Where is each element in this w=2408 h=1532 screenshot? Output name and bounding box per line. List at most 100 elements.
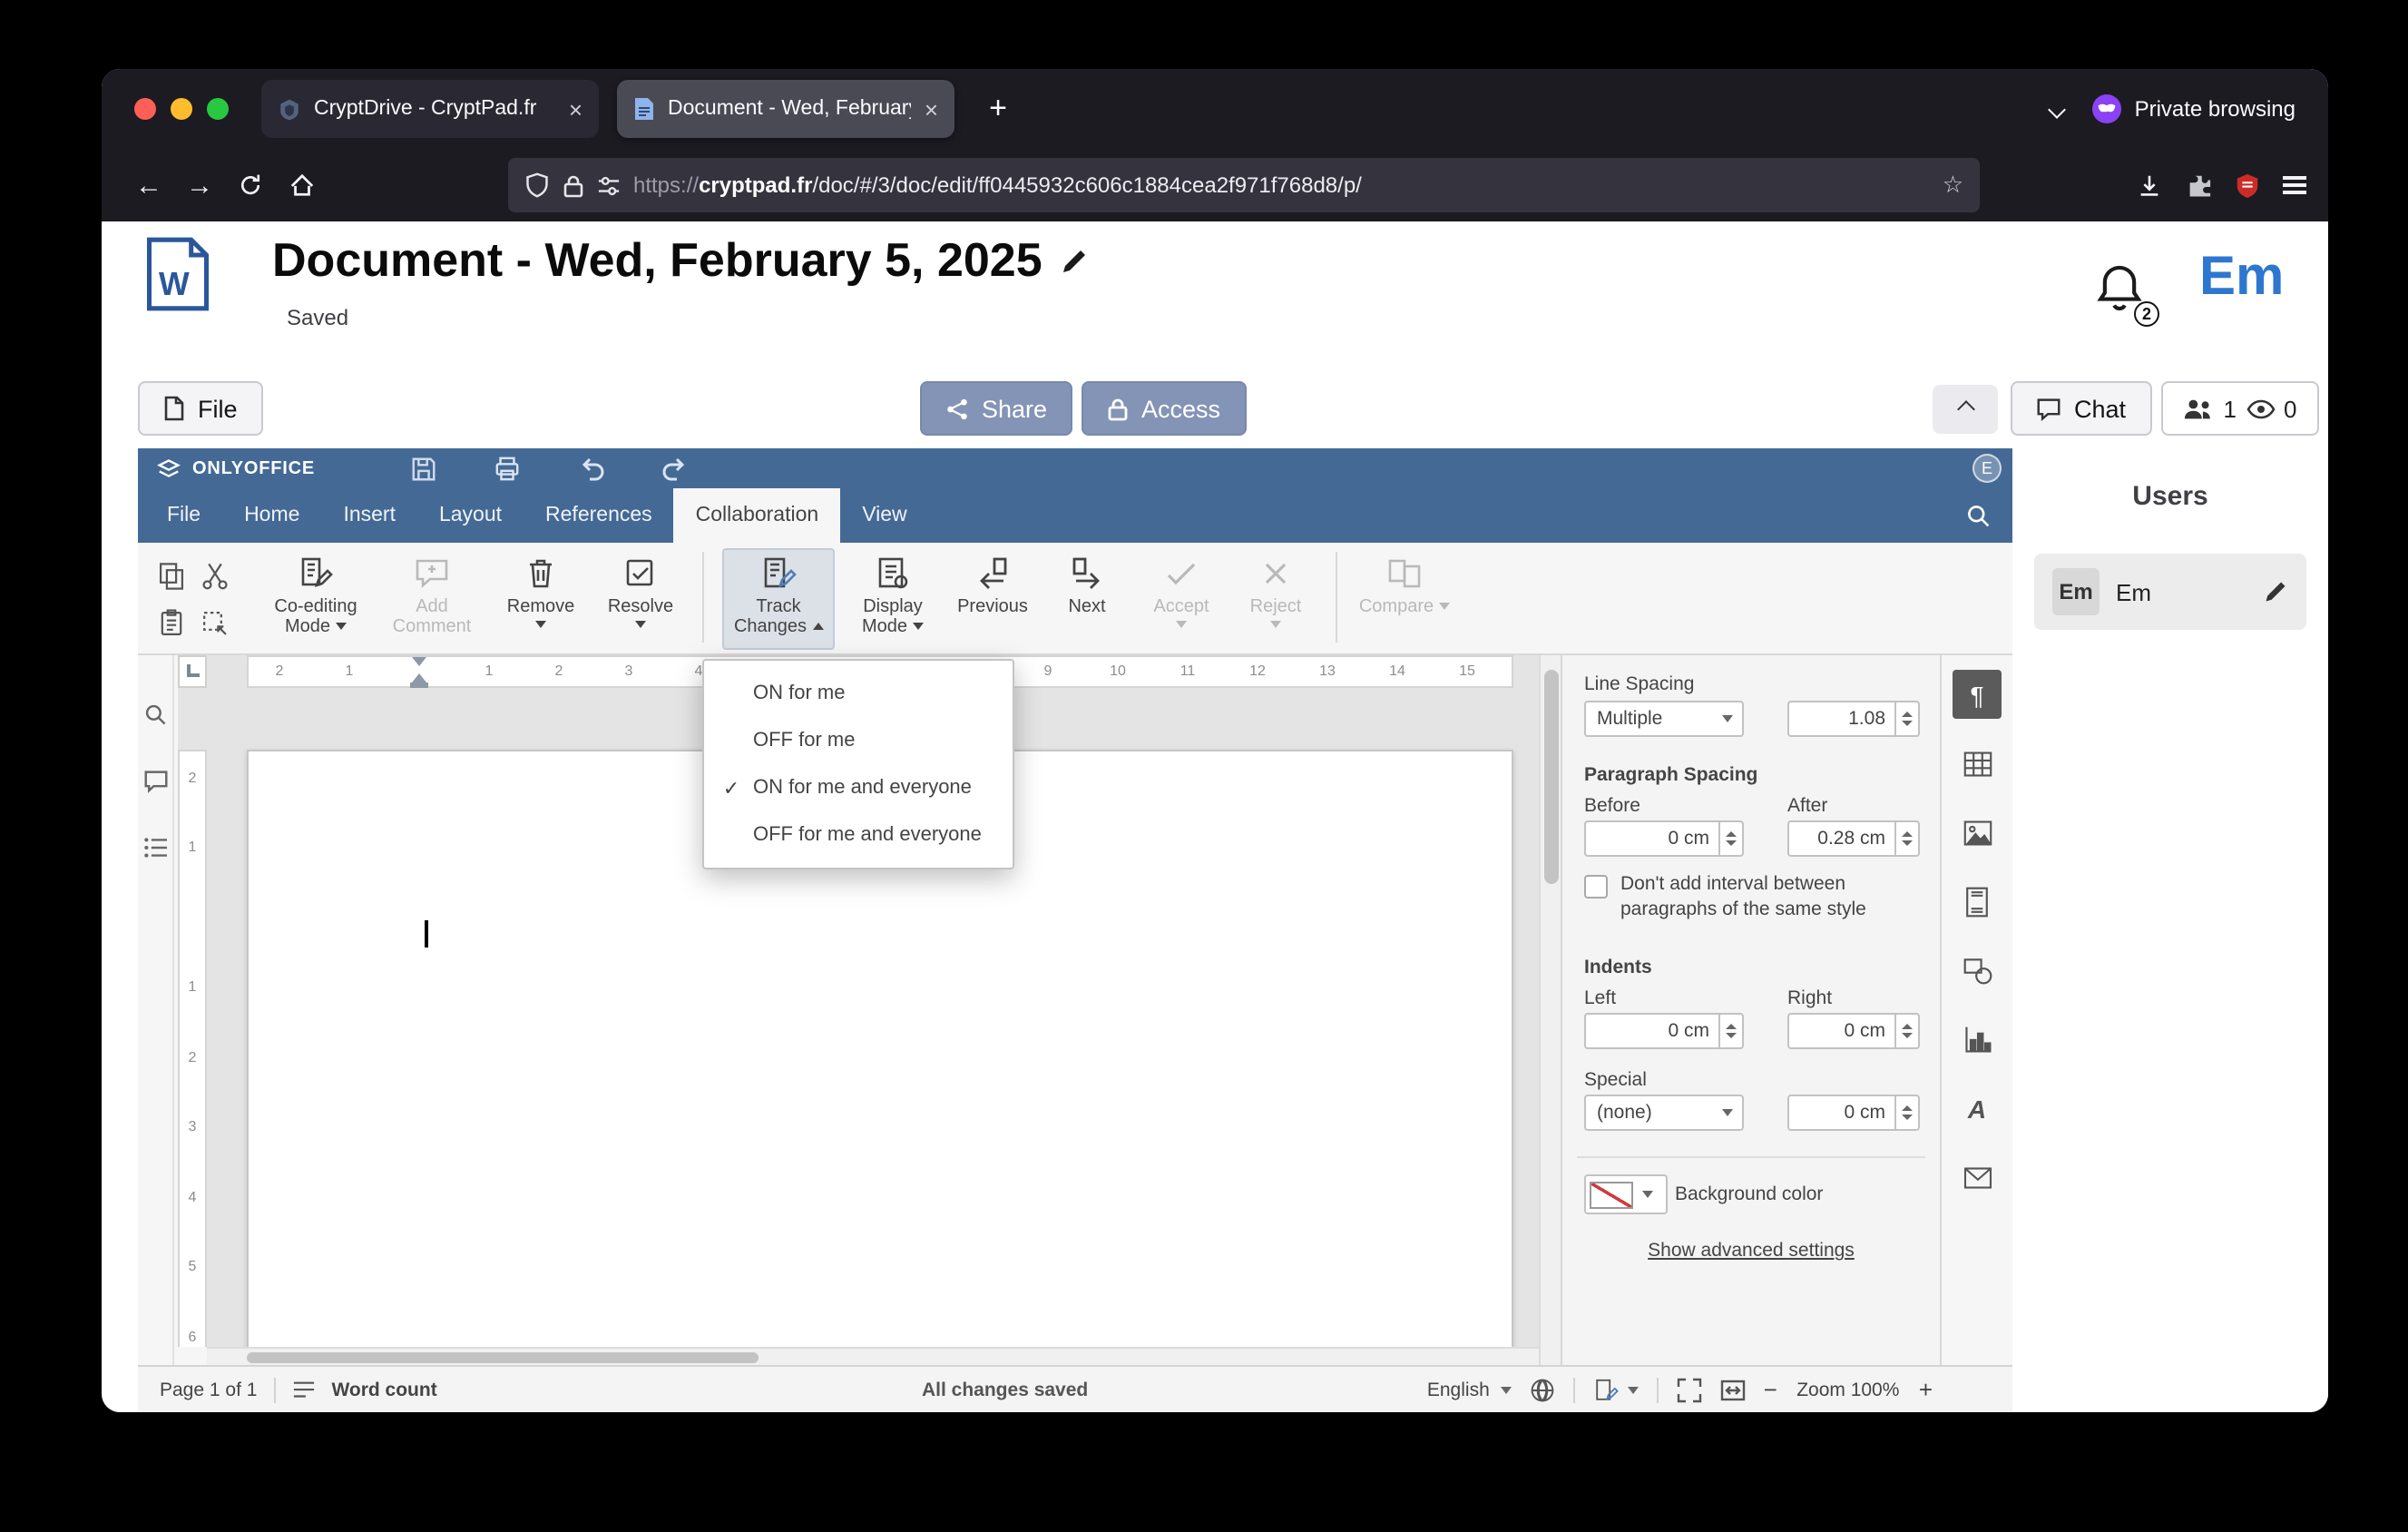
save-button[interactable] [410, 456, 437, 483]
spinner[interactable] [1718, 1015, 1742, 1047]
collapse-toolbar-button[interactable] [1933, 385, 1998, 434]
chart-settings-button[interactable] [1953, 1015, 2002, 1064]
menu-tab-file[interactable]: File [145, 488, 222, 543]
navigation-panel-button[interactable] [142, 837, 168, 859]
select-all-button[interactable] [192, 599, 236, 646]
paste-button[interactable] [149, 599, 192, 646]
spacing-after-input[interactable]: 0.28 cm [1787, 820, 1920, 857]
word-count-button[interactable]: Word count [331, 1379, 436, 1400]
notifications-bell-button[interactable]: 2 [2094, 261, 2159, 327]
spinner[interactable] [1718, 822, 1742, 855]
add-comment-button[interactable]: Add Comment [379, 548, 485, 650]
vertical-scrollbar[interactable] [1539, 655, 1561, 1365]
header-footer-settings-button[interactable] [1953, 877, 2002, 926]
background-color-button[interactable] [1584, 1174, 1668, 1214]
coediting-mode-button[interactable]: Co-editing Mode [263, 548, 368, 650]
menu-tab-references[interactable]: References [524, 488, 674, 543]
close-window-button[interactable] [134, 98, 156, 120]
menu-item-off-for-me[interactable]: ✓OFF for me [704, 717, 1013, 764]
ublock-button[interactable] [2234, 172, 2261, 199]
menu-tab-collaboration[interactable]: Collaboration [673, 488, 841, 543]
indent-right-input[interactable]: 0 cm [1787, 1013, 1920, 1049]
tab-document[interactable]: Document - Wed, February 5, 20 × [617, 80, 954, 138]
show-advanced-settings-link[interactable]: Show advanced settings [1562, 1240, 1940, 1262]
zoom-in-button[interactable]: + [1919, 1376, 1933, 1403]
spellcheck-globe-button[interactable] [1530, 1377, 1555, 1402]
line-spacing-select[interactable]: Multiple [1584, 701, 1744, 737]
first-line-indent-marker[interactable] [412, 657, 426, 666]
special-amount-input[interactable]: 0 cm [1787, 1095, 1920, 1131]
reload-button[interactable] [225, 160, 276, 211]
menu-item-off-for-me-and-everyone[interactable]: ✓OFF for me and everyone [704, 811, 1013, 859]
track-changes-status-button[interactable] [1593, 1377, 1639, 1402]
participants-group[interactable]: 1 0 [2161, 381, 2319, 436]
menu-item-on-for-me-and-everyone[interactable]: ✓ ON for me and everyone [704, 764, 1013, 811]
reject-button[interactable]: Reject [1234, 548, 1317, 650]
menu-button[interactable] [2283, 172, 2306, 199]
scrollbar-thumb[interactable] [247, 1351, 759, 1362]
tab-stop-selector[interactable] [178, 655, 207, 688]
spinner[interactable] [1894, 822, 1918, 855]
comments-panel-button[interactable] [142, 770, 168, 793]
resolve-button[interactable]: Resolve [597, 548, 684, 650]
bookmark-star-icon[interactable]: ☆ [1943, 171, 1963, 200]
extensions-button[interactable] [2185, 172, 2212, 199]
compare-button[interactable]: Compare [1356, 548, 1454, 650]
menu-item-on-for-me[interactable]: ✓ON for me [704, 670, 1013, 717]
previous-change-button[interactable]: Previous [951, 548, 1034, 650]
undo-button[interactable] [577, 456, 606, 481]
menu-tab-insert[interactable]: Insert [321, 488, 417, 543]
zoom-window-button[interactable] [207, 98, 229, 120]
zoom-out-button[interactable]: − [1764, 1376, 1777, 1403]
menu-tab-view[interactable]: View [840, 488, 928, 543]
minimize-window-button[interactable] [171, 98, 192, 120]
indent-left-input[interactable]: 0 cm [1584, 1013, 1744, 1049]
access-button[interactable]: Access [1082, 381, 1247, 436]
shape-settings-button[interactable] [1953, 946, 2002, 995]
edit-title-pencil-icon[interactable] [1061, 246, 1090, 275]
lock-icon[interactable] [563, 173, 584, 197]
spinner[interactable] [1894, 702, 1918, 735]
tracking-shield-icon[interactable] [524, 172, 550, 198]
url-bar[interactable]: https://cryptpad.fr/doc/#/3/doc/edit/ff0… [508, 158, 1980, 212]
fit-width-button[interactable] [1720, 1379, 1746, 1400]
image-settings-button[interactable] [1953, 808, 2002, 857]
text-art-settings-button[interactable]: A [1953, 1084, 2002, 1133]
redo-button[interactable] [661, 456, 690, 481]
file-menu-button[interactable]: File [138, 381, 263, 436]
downloads-button[interactable] [2136, 172, 2163, 199]
special-select[interactable]: (none) [1584, 1095, 1744, 1131]
copy-button[interactable] [149, 552, 192, 599]
new-tab-button[interactable]: + [976, 91, 1020, 127]
find-button[interactable] [1965, 503, 1991, 528]
spinner[interactable] [1894, 1015, 1918, 1047]
menu-tab-home[interactable]: Home [222, 488, 321, 543]
back-button[interactable]: ← [123, 160, 174, 211]
tab-cryptdrive[interactable]: CryptDrive - CryptPad.fr × [261, 80, 599, 138]
spinner[interactable] [1894, 1096, 1918, 1129]
display-mode-button[interactable]: Display Mode [846, 548, 940, 650]
list-tabs-chevron-icon[interactable] [2048, 100, 2067, 118]
find-panel-button[interactable] [143, 702, 167, 726]
paragraph-settings-button[interactable]: ¶ [1953, 670, 2002, 719]
forward-button[interactable]: → [174, 160, 225, 211]
table-settings-button[interactable] [1953, 739, 2002, 788]
scrollbar-thumb[interactable] [1544, 670, 1559, 884]
rename-user-pencil-icon[interactable] [2263, 579, 2288, 604]
remove-button[interactable]: Remove [495, 548, 586, 650]
line-spacing-amount-input[interactable]: 1.08 [1787, 701, 1920, 737]
horizontal-scrollbar[interactable] [207, 1347, 1539, 1365]
track-changes-button[interactable]: Track Changes [722, 548, 835, 650]
account-avatar[interactable]: Em [2199, 247, 2284, 309]
home-button[interactable] [276, 160, 327, 211]
chat-button[interactable]: Chat [2011, 381, 2152, 436]
close-icon[interactable]: × [569, 97, 582, 121]
language-select[interactable]: English [1427, 1379, 1512, 1400]
cut-button[interactable] [192, 552, 236, 599]
next-change-button[interactable]: Next [1045, 548, 1129, 650]
accept-button[interactable]: Accept [1140, 548, 1223, 650]
no-interval-checkbox[interactable] [1584, 875, 1608, 899]
share-button[interactable]: Share [920, 381, 1073, 436]
mail-merge-settings-button[interactable] [1953, 1153, 2002, 1202]
permissions-icon[interactable] [597, 173, 621, 197]
